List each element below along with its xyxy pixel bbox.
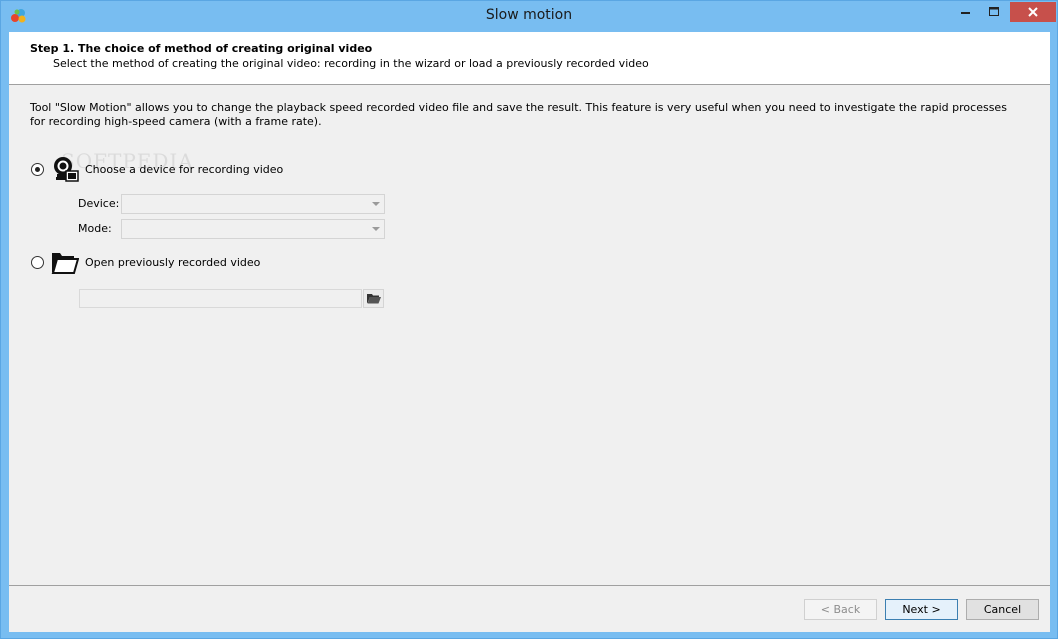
window-title: Slow motion bbox=[485, 7, 573, 23]
minimize-icon bbox=[961, 12, 970, 14]
maximize-icon bbox=[988, 7, 999, 16]
browse-button[interactable] bbox=[363, 289, 384, 308]
next-button[interactable]: Next > bbox=[885, 599, 958, 620]
close-icon bbox=[1028, 7, 1038, 17]
device-option-label[interactable]: Choose a device for recording video bbox=[85, 163, 283, 176]
device-select[interactable] bbox=[121, 194, 385, 214]
device-field-label: Device: bbox=[78, 197, 120, 210]
step-subtitle: Select the method of creating the origin… bbox=[53, 57, 649, 70]
file-option-label[interactable]: Open previously recorded video bbox=[85, 256, 260, 269]
app-window: Slow motion Step 1. The choice of method… bbox=[0, 0, 1058, 639]
dropdown-arrow-icon bbox=[372, 202, 380, 206]
dropdown-arrow-icon bbox=[372, 227, 380, 231]
close-button[interactable] bbox=[1010, 2, 1056, 22]
cancel-button[interactable]: Cancel bbox=[966, 599, 1039, 620]
folder-open-icon bbox=[366, 294, 381, 304]
mode-select[interactable] bbox=[121, 219, 385, 239]
file-radio[interactable] bbox=[31, 256, 44, 269]
folder-icon bbox=[51, 253, 79, 274]
wizard-client-area: Step 1. The choice of method of creating… bbox=[9, 32, 1050, 632]
back-button[interactable]: < Back bbox=[804, 599, 877, 620]
tool-description: Tool "Slow Motion" allows you to change … bbox=[30, 101, 1007, 128]
mode-field-label: Mode: bbox=[78, 222, 112, 235]
wizard-header: Step 1. The choice of method of creating… bbox=[9, 32, 1050, 85]
minimize-button[interactable] bbox=[953, 2, 979, 22]
title-bar[interactable]: Slow motion bbox=[1, 1, 1057, 32]
footer-separator bbox=[9, 585, 1050, 586]
maximize-button[interactable] bbox=[981, 2, 1007, 22]
step-title: Step 1. The choice of method of creating… bbox=[30, 42, 373, 55]
webcam-icon bbox=[54, 157, 79, 182]
video-path-input[interactable] bbox=[79, 289, 362, 308]
device-radio[interactable] bbox=[31, 163, 44, 176]
